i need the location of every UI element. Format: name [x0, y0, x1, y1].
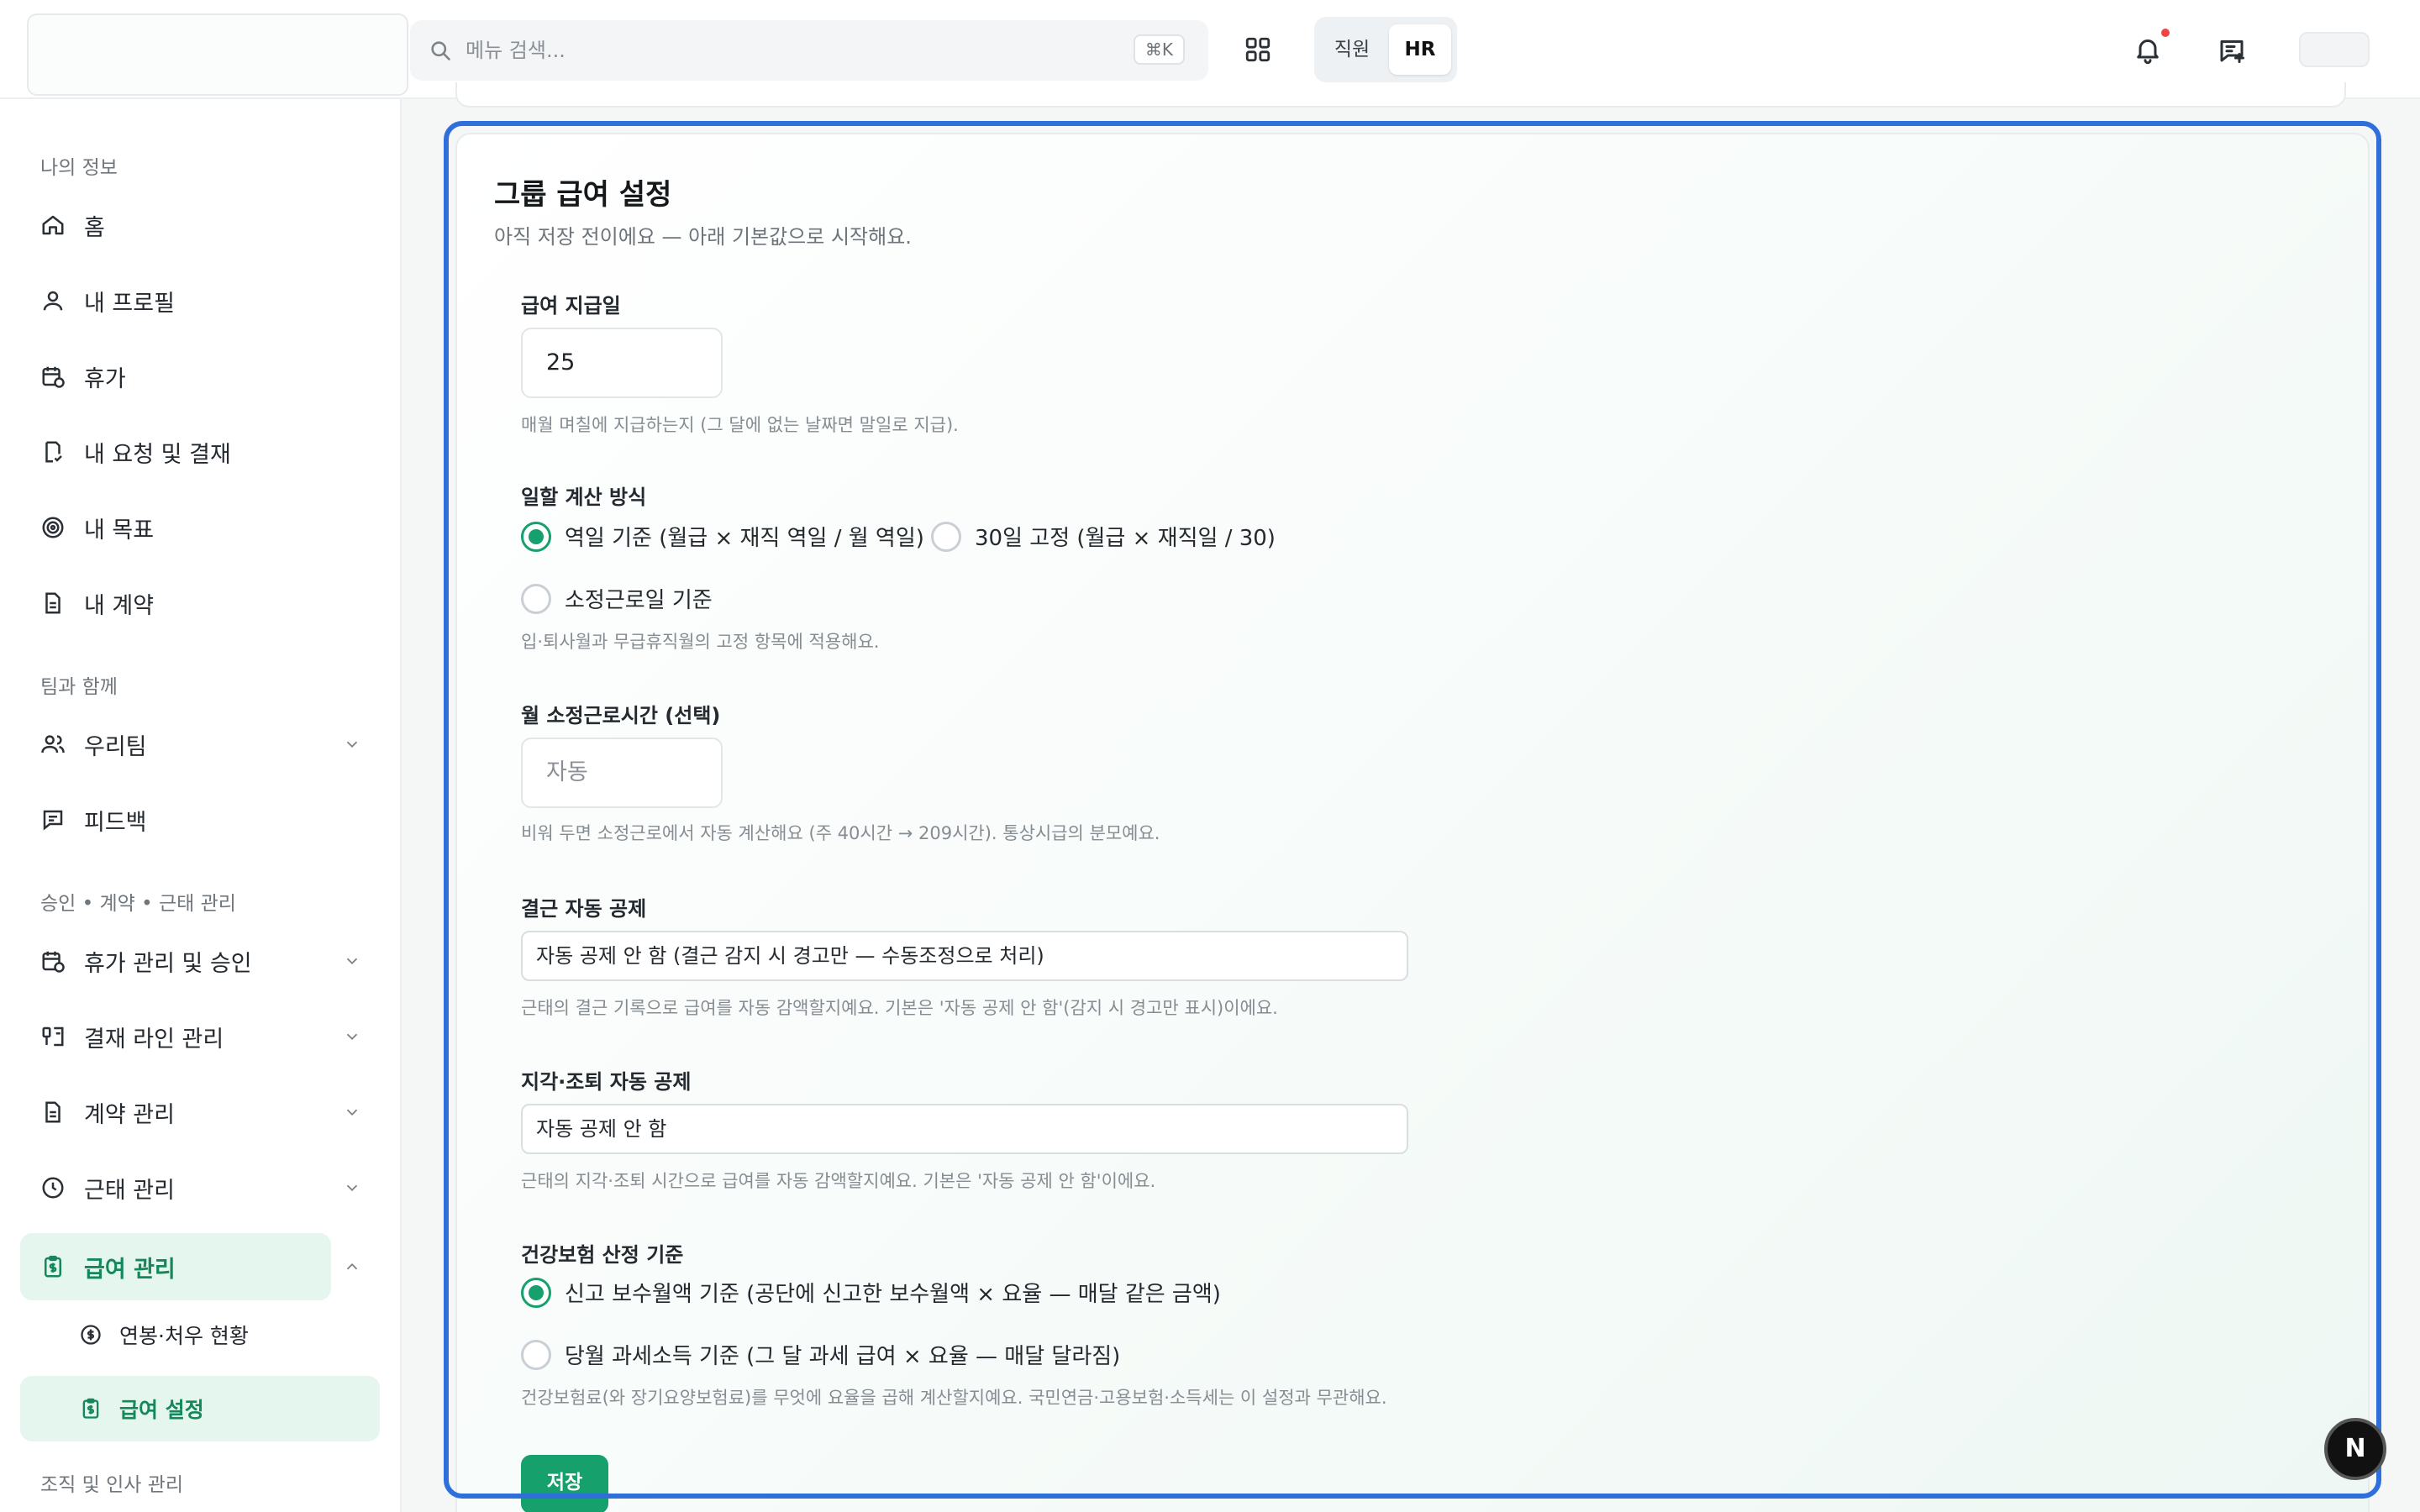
sidebar-item-payroll-management[interactable]: 급여 관리 [20, 1233, 358, 1300]
document-check-icon [45, 441, 62, 463]
previous-card-edge [455, 82, 2346, 108]
sidebar-section-my-info: 나의 정보 [40, 157, 118, 179]
role-switcher: 직원 HR [1314, 17, 1457, 82]
clipboard-dollar-icon [45, 1255, 61, 1278]
sidebar-item-label: 피드백 [84, 809, 147, 836]
focus-highlight-frame [444, 121, 2381, 1499]
sidebar-item-label: 홈 [84, 214, 105, 241]
chevron-down-icon [346, 1109, 358, 1116]
clipboard-dollar-icon [82, 1398, 99, 1419]
sidebar-subitem-salary-status[interactable]: 연봉·처우 현황 [20, 1302, 380, 1368]
dollar-circle-icon [81, 1325, 101, 1345]
chevron-up-icon [346, 1263, 358, 1270]
sidebar-item-our-team[interactable]: 우리팀 [20, 711, 358, 778]
apps-grid-icon[interactable] [1244, 35, 1272, 64]
clock-icon [42, 1177, 64, 1199]
avatar[interactable] [2299, 32, 2370, 67]
sidebar-section-org: 조직 및 인사 관리 [40, 1474, 184, 1496]
menu-search-input[interactable]: 메뉴 검색... ⌘K [410, 20, 1208, 81]
chevron-down-icon [346, 1184, 358, 1192]
feedback-chat-icon[interactable] [2217, 35, 2247, 66]
role-staff-button[interactable]: 직원 [1321, 24, 1383, 75]
search-shortcut-badge: ⌘K [1133, 34, 1185, 65]
home-icon [42, 215, 64, 235]
calendar-clock-icon [42, 366, 65, 388]
document-icon [45, 592, 60, 614]
chevron-down-icon [346, 741, 358, 748]
sidebar-section-approval: 승인 • 계약 • 근태 관리 [40, 893, 236, 915]
sidebar-item-label: 급여 설정 [119, 1398, 204, 1422]
main-content: 그룹 급여 설정 아직 저장 전이에요 — 아래 기본값으로 시작해요. 급여 … [403, 82, 2420, 1512]
sidebar-item-label: 결재 라인 관리 [84, 1026, 224, 1053]
sidebar-item-leave-management[interactable]: 휴가 관리 및 승인 [20, 927, 358, 995]
chevron-down-icon [346, 958, 358, 965]
sidebar-item-attendance-management[interactable]: 근태 관리 [20, 1154, 358, 1221]
sidebar-item-profile[interactable]: 내 프로필 [20, 267, 331, 334]
logo-placeholder[interactable] [27, 13, 408, 96]
calendar-clock-icon [42, 951, 65, 973]
sidebar: 나의 정보 홈 내 프로필 휴가 내 요청 및 결재 내 목표 내 계약 팀과 … [0, 99, 402, 1512]
floating-n-badge[interactable]: N [2324, 1418, 2386, 1480]
notification-dot [2161, 29, 2170, 37]
user-icon [43, 291, 63, 311]
sidebar-item-label: 우리팀 [84, 733, 147, 760]
sidebar-item-requests[interactable]: 내 요청 및 결재 [20, 418, 331, 486]
sidebar-item-contracts[interactable]: 내 계약 [20, 570, 331, 637]
sidebar-item-label: 내 요청 및 결재 [84, 441, 231, 468]
sidebar-item-home[interactable]: 홈 [20, 192, 331, 259]
sidebar-item-label: 내 프로필 [84, 290, 175, 317]
sidebar-item-label: 계약 관리 [84, 1101, 175, 1128]
message-icon [43, 810, 63, 831]
sidebar-item-approval-line[interactable]: 결재 라인 관리 [20, 1003, 358, 1070]
document-icon [45, 1101, 60, 1123]
target-icon [42, 517, 64, 538]
sidebar-item-label: 휴가 [84, 365, 126, 392]
sidebar-item-feedback[interactable]: 피드백 [20, 786, 331, 853]
sidebar-item-label: 내 목표 [84, 517, 155, 543]
role-hr-button[interactable]: HR [1389, 24, 1451, 75]
search-icon [431, 41, 450, 60]
sidebar-item-label: 근태 관리 [84, 1177, 175, 1204]
sidebar-item-contract-management[interactable]: 계약 관리 [20, 1079, 358, 1146]
bell-icon[interactable] [2133, 34, 2163, 66]
sidebar-item-label: 급여 관리 [84, 1256, 176, 1283]
sidebar-item-label: 내 계약 [84, 592, 155, 619]
users-icon [41, 735, 65, 753]
search-placeholder: 메뉴 검색... [466, 39, 566, 62]
chevron-down-icon [346, 1033, 358, 1041]
sidebar-item-label: 휴가 관리 및 승인 [84, 950, 252, 977]
sidebar-subitem-payroll-settings[interactable]: 급여 설정 [20, 1376, 380, 1441]
sidebar-item-goals[interactable]: 내 목표 [20, 494, 331, 561]
approval-line-icon [42, 1026, 64, 1047]
sidebar-item-label: 연봉·처우 현황 [119, 1324, 249, 1348]
sidebar-section-with-team: 팀과 함께 [40, 676, 118, 698]
sidebar-item-leave[interactable]: 휴가 [20, 343, 331, 410]
